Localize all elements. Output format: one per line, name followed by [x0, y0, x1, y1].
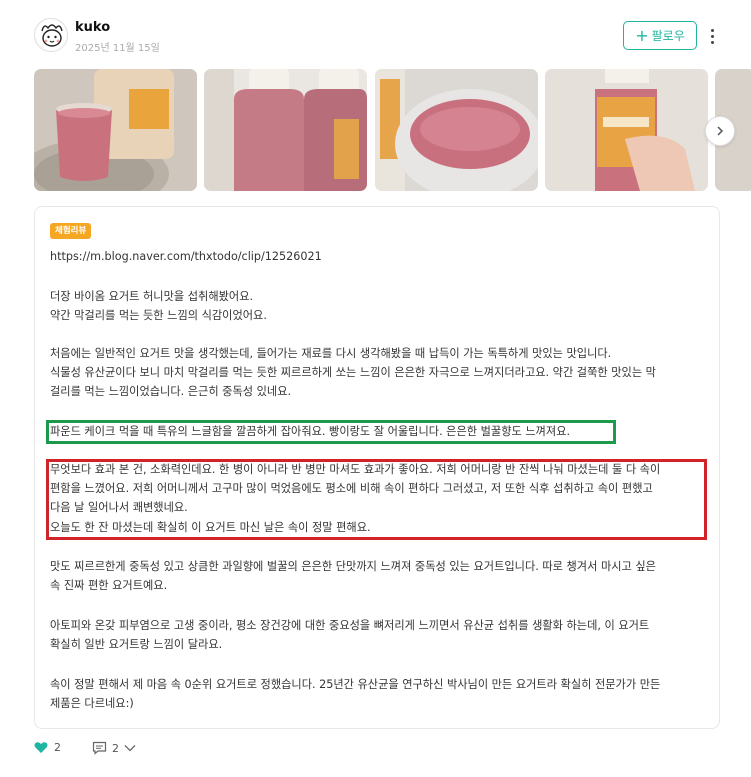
comment-button[interactable]: 2: [92, 741, 136, 755]
gallery-image[interactable]: [545, 69, 708, 191]
more-dot-icon: [710, 40, 714, 44]
chevron-down-icon[interactable]: [124, 744, 136, 752]
image-gallery: [34, 69, 751, 191]
comment-count: 2: [112, 741, 119, 755]
post-paragraph: 더장 바이옴 요거트 허니맛을 섭취해봤어요. 약간 막걸리를 먹는 듯한 느낌…: [50, 290, 267, 323]
review-badge: 체험리뷰: [50, 223, 92, 239]
follow-label: 팔로우: [651, 29, 685, 43]
follow-button[interactable]: + 팔로우: [623, 21, 697, 50]
gallery-image[interactable]: [204, 69, 367, 191]
gallery-next-button[interactable]: [705, 116, 735, 146]
post-paragraph: 속이 정말 편해서 제 마음 속 0순위 요거트로 정했습니다. 25년간 유산…: [50, 678, 661, 711]
post-paragraph: 맛도 찌르르한게 중독성 있고 상큼한 과일향에 벌꿀의 은은한 단맛까지 느껴…: [50, 560, 656, 593]
more-dot-icon: [710, 34, 714, 38]
post-date: 2025년 11월 15일: [75, 43, 160, 54]
post-paragraph: 무엇보다 효과 본 건, 소화력인데요. 한 병이 아니라 반 병만 마셔도 효…: [50, 463, 661, 534]
post-link[interactable]: https://m.blog.naver.com/thxtodo/clip/12…: [50, 247, 708, 266]
chevron-right-icon: [717, 126, 724, 136]
like-count: 2: [54, 741, 61, 754]
post-paragraph: 파운드 케이크 먹을 때 특유의 느글함을 깔끔하게 잡아줘요. 빵이랑도 잘 …: [50, 425, 571, 438]
post-paragraph: 처음에는 일반적인 요거트 맛을 생각했는데, 들어가는 재료를 다시 생각해봤…: [50, 347, 656, 399]
gallery-image[interactable]: [375, 69, 538, 191]
plus-icon: +: [635, 25, 649, 45]
more-options-button[interactable]: [704, 24, 720, 48]
avatar[interactable]: [34, 18, 68, 52]
username[interactable]: kuko: [75, 20, 110, 35]
gallery-image[interactable]: [34, 69, 197, 191]
avatar-icon: [36, 20, 67, 51]
post-card: 체험리뷰 https://m.blog.naver.com/thxtodo/cl…: [34, 206, 720, 729]
like-button[interactable]: 2: [34, 741, 61, 754]
heart-icon: [34, 742, 48, 753]
post-paragraph: 아토피와 온갖 피부염으로 고생 중이라, 평소 장건강에 대한 중요성을 뼈저…: [50, 619, 650, 652]
comment-icon: [92, 741, 107, 755]
more-dot-icon: [710, 28, 714, 32]
post-header: kuko 2025년 11월 15일 + 팔로우: [34, 16, 724, 56]
